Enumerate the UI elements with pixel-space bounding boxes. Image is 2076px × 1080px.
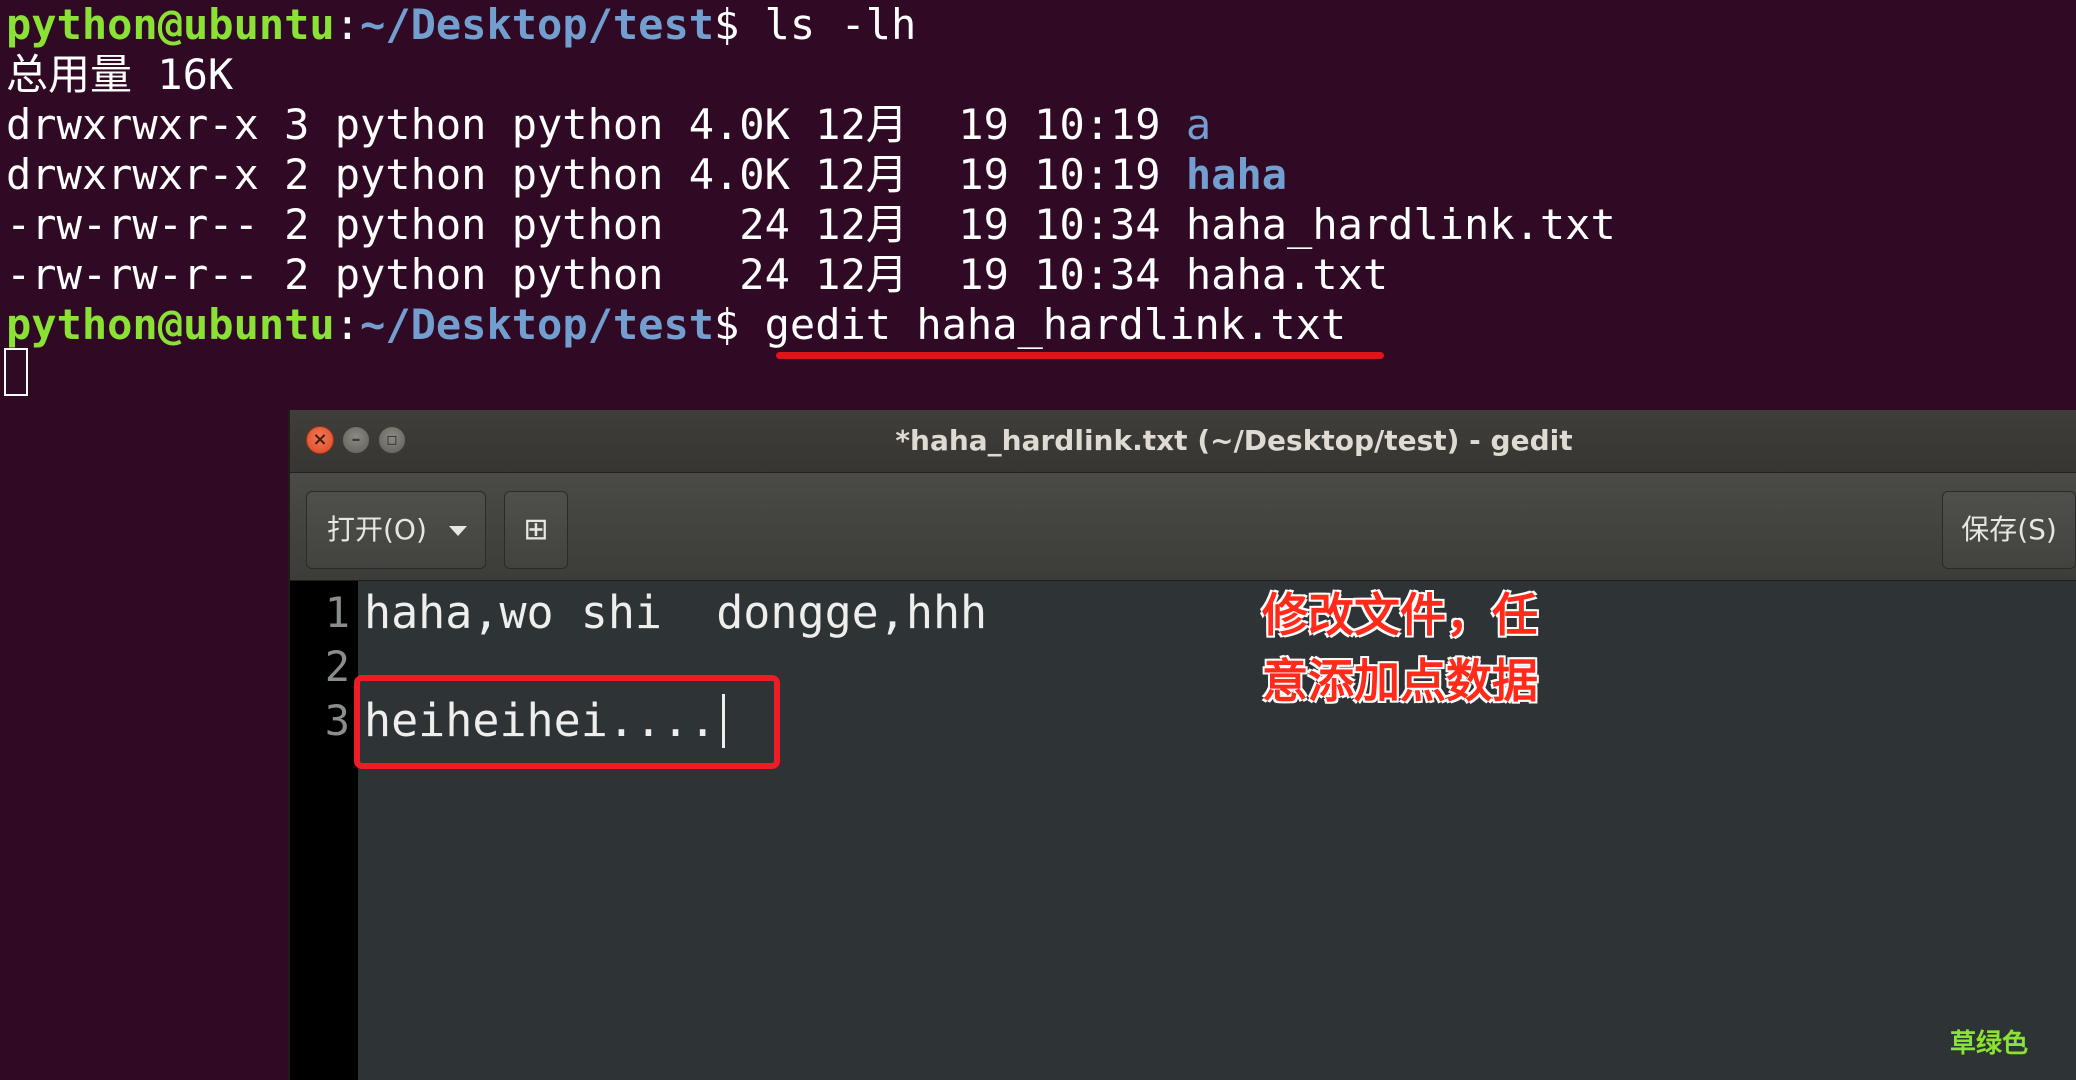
prompt-path: ~/Desktop/test bbox=[360, 0, 715, 49]
terminal-row-haha-txt: -rw-rw-r-- 2 python python 24 12月 19 10:… bbox=[6, 250, 1388, 300]
save-button[interactable]: 保存(S) bbox=[1942, 491, 2076, 569]
annotation-line-2: 意添加点数据 bbox=[1262, 654, 1538, 708]
file-name-haha-txt: haha.txt bbox=[1185, 250, 1389, 299]
terminal-row-a: drwxrwxr-x 3 python python 4.0K 12月 19 1… bbox=[6, 100, 1211, 150]
text-editor-area[interactable]: 1 2 3 haha,wo shi dongge,hhh heiheihei..… bbox=[290, 581, 2076, 1080]
line-number-gutter: 1 2 3 bbox=[290, 581, 358, 1080]
row-meta: -rw-rw-r-- 2 python python 24 12月 19 10:… bbox=[6, 250, 1186, 299]
window-title: *haha_hardlink.txt (~/Desktop/test) - ge… bbox=[895, 424, 1573, 457]
line-number: 2 bbox=[324, 642, 350, 691]
row-meta: -rw-rw-r-- 2 python python 24 12月 19 10:… bbox=[6, 200, 1186, 249]
annotation-line-1: 修改文件，任 bbox=[1262, 588, 1538, 642]
annotation-text: 修改文件，任 意添加点数据 bbox=[1262, 582, 1538, 714]
line-number: 1 bbox=[324, 588, 350, 637]
red-box-annotation bbox=[354, 675, 780, 769]
editor-line-1[interactable]: haha,wo shi dongge,hhh bbox=[364, 586, 987, 640]
terminal-row-hardlink: -rw-rw-r-- 2 python python 24 12月 19 10:… bbox=[6, 200, 1616, 250]
prompt-path: ~/Desktop/test bbox=[360, 300, 715, 349]
prompt-separator: : bbox=[334, 300, 361, 349]
prompt-dollar: $ bbox=[714, 0, 765, 49]
prompt-user: python@ubuntu bbox=[6, 0, 335, 49]
open-button-label: 打开(O) bbox=[327, 513, 427, 546]
prompt-user: python@ubuntu bbox=[6, 300, 335, 349]
prompt-dollar: $ bbox=[714, 300, 765, 349]
prompt-separator: : bbox=[334, 0, 361, 49]
dir-name-a: a bbox=[1185, 100, 1212, 149]
dir-name-haha: haha bbox=[1185, 150, 1288, 199]
new-document-button[interactable]: ⊞ bbox=[504, 491, 568, 569]
row-meta: drwxrwxr-x 3 python python 4.0K 12月 19 1… bbox=[6, 100, 1186, 149]
line-number: 3 bbox=[324, 696, 350, 745]
red-underline-annotation bbox=[776, 352, 1384, 359]
command-gedit: gedit haha_hardlink.txt bbox=[764, 300, 1347, 349]
terminal-prompt-line-1: python@ubuntu:~/Desktop/test$ ls -lh bbox=[6, 0, 916, 50]
new-document-icon: ⊞ bbox=[523, 512, 549, 547]
command-ls: ls -lh bbox=[764, 0, 917, 49]
file-name-hardlink: haha_hardlink.txt bbox=[1185, 200, 1616, 249]
gedit-toolbar: 打开(O) ⊞ 保存(S) bbox=[290, 473, 2076, 581]
row-meta: drwxrwxr-x 2 python python 4.0K 12月 19 1… bbox=[6, 150, 1186, 199]
open-button[interactable]: 打开(O) bbox=[306, 491, 486, 569]
terminal-total-line: 总用量 16K bbox=[6, 50, 234, 99]
dropdown-arrow-icon bbox=[449, 526, 467, 536]
terminal-cursor bbox=[4, 348, 28, 396]
terminal-row-haha: drwxrwxr-x 2 python python 4.0K 12月 19 1… bbox=[6, 150, 1287, 200]
terminal-prompt-line-2: python@ubuntu:~/Desktop/test$ gedit haha… bbox=[6, 300, 1346, 350]
watermark-text: 草绿色 bbox=[1949, 1029, 2028, 1059]
gedit-window: × – ▫ *haha_hardlink.txt (~/Desktop/test… bbox=[288, 410, 2076, 1080]
gedit-titlebar[interactable]: × – ▫ *haha_hardlink.txt (~/Desktop/test… bbox=[290, 410, 2076, 473]
